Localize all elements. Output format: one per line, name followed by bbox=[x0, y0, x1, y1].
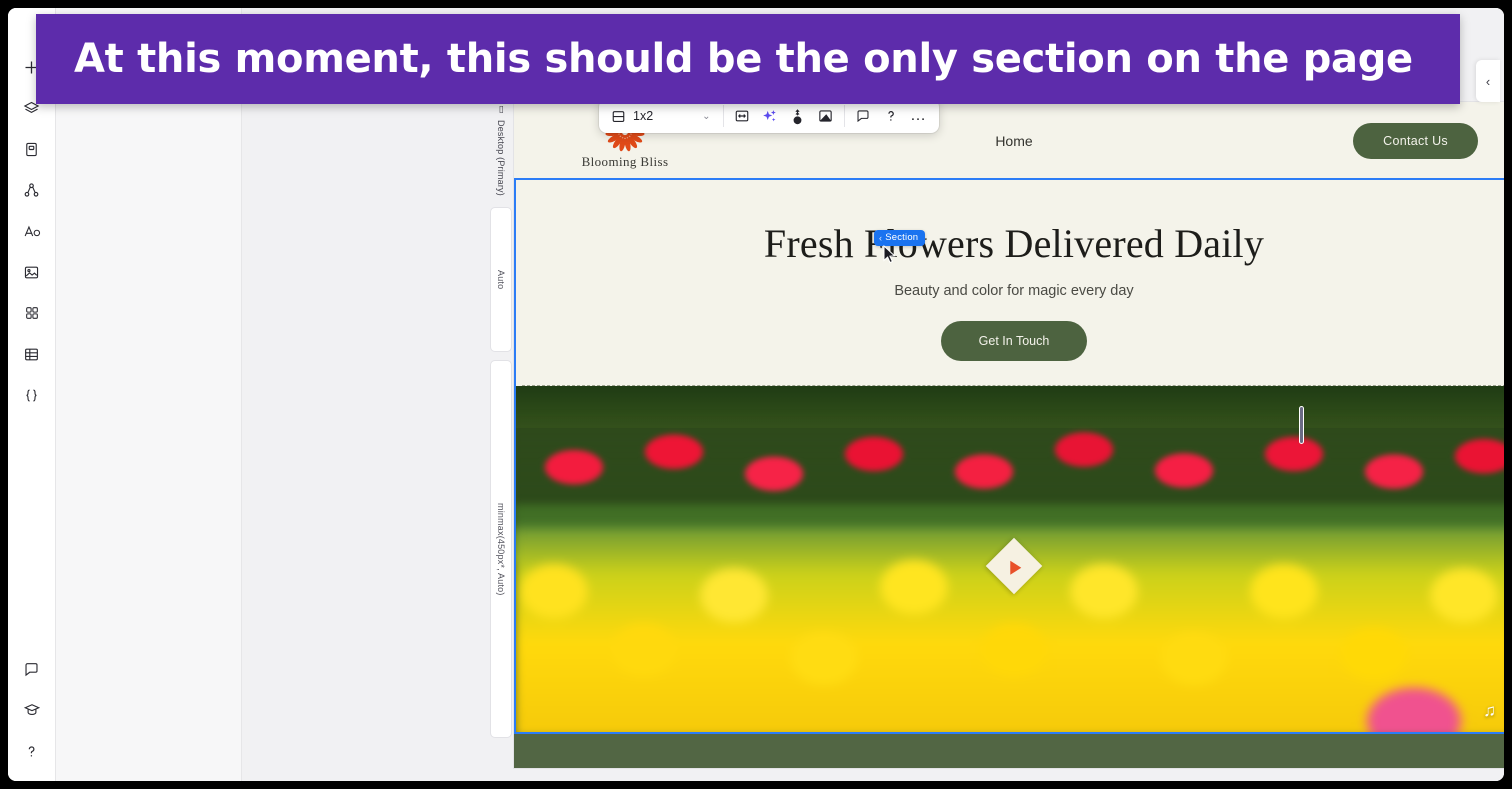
left-icon-rail bbox=[8, 8, 56, 781]
help-glyph bbox=[887, 111, 894, 121]
grid-track-auto[interactable]: Auto bbox=[490, 207, 512, 352]
image-icon[interactable] bbox=[15, 255, 49, 289]
element-toolbar: 1x2 ⌄ … bbox=[599, 99, 939, 133]
ai-sparkle-icon[interactable] bbox=[756, 103, 784, 129]
toolbar-layout-group: 1x2 ⌄ bbox=[601, 99, 723, 133]
stretch-width-glyph bbox=[735, 110, 748, 122]
toolbar-action-group bbox=[724, 99, 844, 133]
comment-icon[interactable] bbox=[15, 652, 49, 686]
right-panel-toggle[interactable]: ‹ bbox=[1476, 60, 1500, 102]
audio-music-icon[interactable]: ♫ bbox=[1483, 701, 1496, 721]
apps-icon[interactable] bbox=[15, 296, 49, 330]
nav-item-home[interactable]: Home bbox=[995, 133, 1032, 149]
side-panel-strip bbox=[56, 8, 242, 781]
text-icon[interactable] bbox=[15, 214, 49, 248]
design-droplet-glyph bbox=[793, 108, 802, 124]
editor-canvas[interactable]: ▭ Desktop (Primary) Auto minmax(450px*, … bbox=[242, 8, 1504, 781]
editor-window: ▭ Desktop (Primary) Auto minmax(450px*, … bbox=[8, 8, 1504, 781]
stretch-width-icon[interactable] bbox=[728, 103, 756, 129]
site-preview[interactable]: Blooming Bliss Home Contact Us Fresh Flo… bbox=[514, 102, 1504, 768]
section-badge-label: Section bbox=[885, 232, 919, 243]
graduation-icon[interactable] bbox=[15, 693, 49, 727]
grid-track-auto-label: Auto bbox=[496, 269, 506, 290]
site-footer bbox=[514, 733, 1504, 768]
layout-label: 1x2 bbox=[633, 109, 654, 123]
grid-track-minmax[interactable]: minmax(450px*, Auto) bbox=[490, 360, 512, 738]
play-triangle-icon bbox=[1009, 560, 1021, 575]
hero-section[interactable]: Fresh Flowers Delivered Daily Beauty and… bbox=[514, 180, 1504, 386]
help-icon[interactable] bbox=[15, 734, 49, 768]
page-icon[interactable] bbox=[15, 132, 49, 166]
get-in-touch-button[interactable]: Get In Touch bbox=[940, 321, 1088, 361]
background-icon[interactable] bbox=[812, 103, 840, 129]
design-droplet-icon[interactable] bbox=[784, 103, 812, 129]
section-badge[interactable]: ‹ Section bbox=[874, 230, 926, 246]
screen-frame: ▭ Desktop (Primary) Auto minmax(450px*, … bbox=[0, 0, 1512, 789]
monitor-icon: ▭ bbox=[496, 105, 507, 114]
chevron-left-icon: ‹ bbox=[879, 232, 883, 243]
toolbar-help-group: … bbox=[845, 99, 937, 133]
contact-us-button[interactable]: Contact Us bbox=[1353, 123, 1478, 159]
canvas-resize-handle[interactable] bbox=[1299, 406, 1304, 444]
layout-selector[interactable]: 1x2 ⌄ bbox=[605, 103, 719, 129]
viewport-label-text: Desktop (Primary) bbox=[496, 120, 506, 196]
hero-subtitle: Beauty and color for magic every day bbox=[894, 283, 1134, 299]
sitemap-icon[interactable] bbox=[15, 173, 49, 207]
table-icon[interactable] bbox=[15, 337, 49, 371]
hero-video[interactable]: ♫ bbox=[514, 386, 1504, 733]
grid-track-minmax-label: minmax(450px*, Auto) bbox=[496, 502, 506, 596]
comment-icon[interactable] bbox=[849, 103, 877, 129]
ai-sparkle-glyph bbox=[763, 109, 776, 121]
more-icon[interactable]: … bbox=[905, 103, 933, 129]
layout-grid-icon bbox=[612, 110, 625, 122]
annotation-text: At this moment, this should be the only … bbox=[74, 36, 1413, 82]
hero-title: Fresh Flowers Delivered Daily bbox=[763, 221, 1265, 266]
help-icon[interactable] bbox=[877, 103, 905, 129]
viewport-label: ▭ Desktop (Primary) bbox=[496, 104, 507, 196]
code-icon[interactable] bbox=[15, 378, 49, 412]
brand-name: Blooming Bliss bbox=[581, 154, 669, 169]
comment-glyph bbox=[857, 110, 869, 123]
annotation-banner: At this moment, this should be the only … bbox=[36, 14, 1460, 104]
rail-bottom-group bbox=[15, 652, 49, 781]
background-glyph bbox=[819, 110, 832, 122]
chevron-down-icon: ⌄ bbox=[702, 110, 711, 122]
